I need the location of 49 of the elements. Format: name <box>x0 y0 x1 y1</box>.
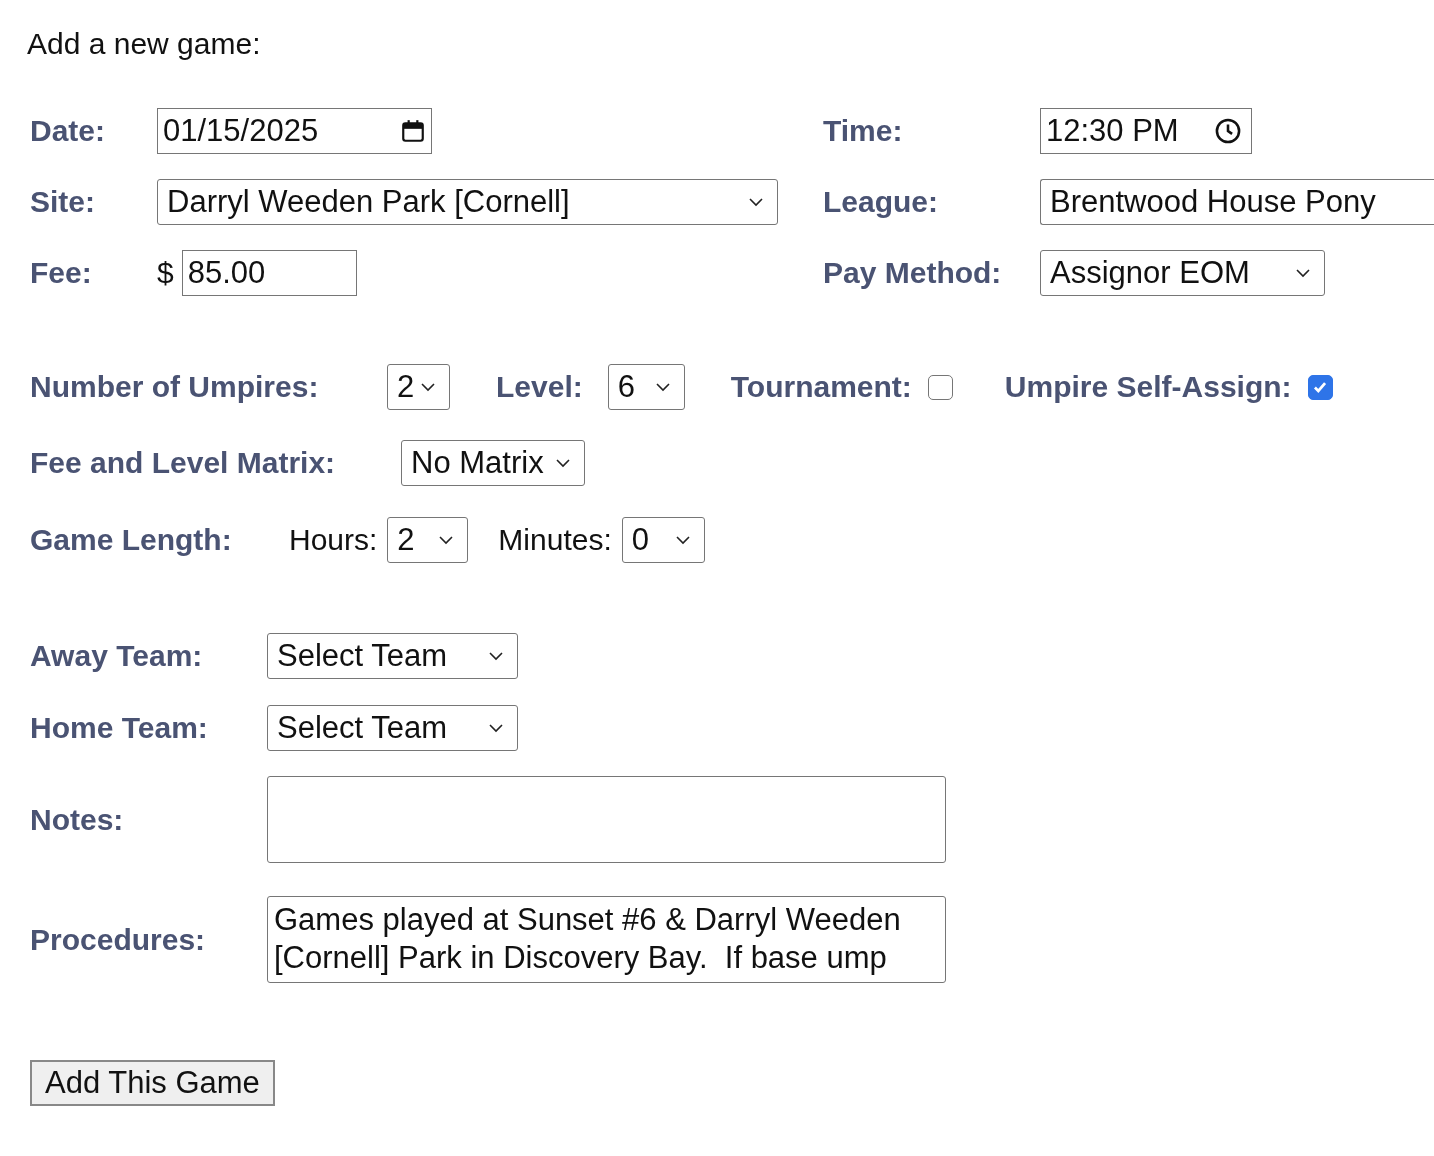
field-label: Tournament: <box>730 369 912 405</box>
currency-symbol: $ <box>157 256 174 290</box>
chevron-down-icon <box>1296 268 1310 278</box>
field-label: Fee: <box>30 255 93 291</box>
add-game-button[interactable]: Add This Game <box>30 1060 275 1106</box>
field-label: Procedures: <box>30 921 207 958</box>
field-label: Site: <box>30 184 96 220</box>
field-label: Away Team: <box>30 638 204 674</box>
hours-select[interactable]: 2 <box>387 517 469 563</box>
pay-method-select[interactable]: Assignor EOM <box>1040 250 1325 296</box>
chevron-down-icon <box>655 382 670 392</box>
league-select[interactable]: Brentwood House Pony <box>1040 179 1434 225</box>
chevron-down-icon <box>421 382 435 392</box>
field-label: Pay Method: <box>823 255 1003 291</box>
field-label: Umpire Self-Assign: <box>1004 369 1292 405</box>
checkbox[interactable] <box>1307 374 1333 400</box>
form-heading: Add a new game: <box>27 26 262 62</box>
checkbox[interactable] <box>927 374 953 400</box>
chevron-down-icon <box>749 197 763 207</box>
fee-field[interactable]: 85.00 <box>181 250 357 296</box>
field-label: Game Length: <box>30 522 233 558</box>
site-select[interactable]: Darryl Weeden Park [Cornell] <box>157 179 778 225</box>
chevron-down-icon <box>556 458 570 468</box>
field-label: Date: <box>30 113 106 149</box>
field-label: Minutes: <box>498 522 612 558</box>
field-label: Level: <box>496 369 583 405</box>
calendar-icon <box>400 118 426 144</box>
chevron-down-icon <box>489 723 503 733</box>
procedures-field[interactable]: Games played at Sunset #6 & Darryl Weeden [Cornell] Park in Discovery Bay. If base ump <box>267 896 946 983</box>
field-label: League: <box>823 184 940 220</box>
field-label: Hours: <box>289 522 378 558</box>
notes-field[interactable] <box>267 776 946 863</box>
field-label: Fee and Level Matrix: <box>30 445 337 481</box>
field-label: Number of Umpires: <box>30 369 320 405</box>
chevron-down-icon <box>675 535 690 545</box>
umpires-select[interactable]: 2 <box>387 364 450 410</box>
date-field[interactable]: 01/15/2025 <box>157 108 432 154</box>
home-team-select[interactable]: Select Team <box>267 705 518 751</box>
time-field[interactable]: 12:30 PM <box>1040 108 1252 154</box>
field-label: Home Team: <box>30 710 209 746</box>
chevron-down-icon <box>439 535 454 545</box>
matrix-select[interactable]: No Matrix <box>401 440 585 486</box>
chevron-down-icon <box>489 651 503 661</box>
field-label: Time: <box>823 113 904 149</box>
level-select[interactable]: 6 <box>607 364 685 410</box>
minutes-select[interactable]: 0 <box>621 517 705 563</box>
clock-icon <box>1214 117 1242 145</box>
field-label: Notes: <box>30 801 125 838</box>
away-team-select[interactable]: Select Team <box>267 633 518 679</box>
